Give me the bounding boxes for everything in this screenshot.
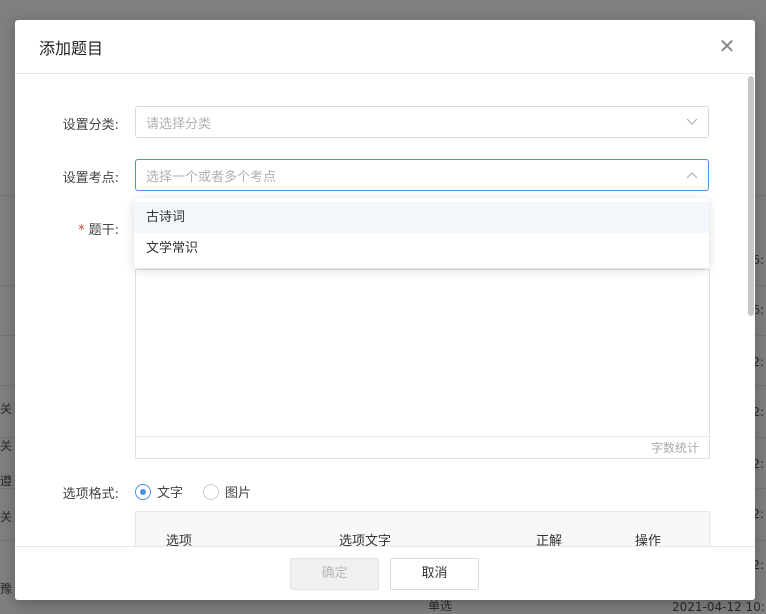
- option-format-label: 选项格式:: [62, 487, 119, 502]
- stem-editor[interactable]: 字数统计: [135, 269, 710, 459]
- category-label: 设置分类:: [62, 118, 119, 133]
- scrollbar-thumb[interactable]: [748, 76, 754, 316]
- category-placeholder: 请选择分类: [146, 116, 212, 132]
- th-option-text: 选项文字: [339, 534, 392, 546]
- add-question-dialog: 添加题目 ✕ 设置分类: 请选择分类 设置考点: 选择一个或者多个考点 * 题干:…: [15, 20, 755, 600]
- th-answer: 正解: [536, 534, 563, 546]
- chevron-down-icon: [686, 116, 698, 129]
- word-count: 字数统计: [136, 436, 709, 458]
- th-option: 选项: [166, 534, 193, 546]
- chevron-up-icon: [686, 169, 698, 182]
- option-format-radio-group: 文字 图片: [135, 482, 251, 501]
- required-mark: *: [78, 223, 85, 238]
- dialog-title: 添加题目: [39, 38, 104, 58]
- stem-label-text: 题干:: [88, 223, 119, 238]
- radio-checked-icon: [135, 483, 151, 500]
- dialog-header: 添加题目 ✕: [15, 20, 755, 74]
- stem-label: * 题干:: [15, 219, 119, 238]
- confirm-button[interactable]: 确定: [290, 558, 379, 590]
- dialog-body: 设置分类: 请选择分类 设置考点: 选择一个或者多个考点 * 题干: 字数统计 选…: [15, 74, 755, 546]
- radio-text-label: 文字: [157, 486, 184, 501]
- points-select[interactable]: 选择一个或者多个考点: [135, 159, 709, 191]
- radio-text[interactable]: 文字: [135, 482, 183, 501]
- options-table: 选项 选项文字 正解 操作: [135, 511, 710, 546]
- points-label: 设置考点:: [62, 171, 119, 186]
- dropdown-option[interactable]: 文学常识: [134, 233, 709, 264]
- scrollbar[interactable]: [747, 74, 755, 546]
- cancel-button[interactable]: 取消: [390, 558, 479, 590]
- points-placeholder: 选择一个或者多个考点: [146, 169, 277, 185]
- radio-unchecked-icon: [203, 483, 220, 500]
- dialog-footer: 确定 取消: [15, 546, 755, 600]
- close-icon[interactable]: ✕: [717, 36, 737, 56]
- radio-image-label: 图片: [225, 486, 252, 501]
- category-select[interactable]: 请选择分类: [135, 106, 709, 138]
- radio-image[interactable]: 图片: [203, 482, 251, 501]
- dropdown-option[interactable]: 古诗词: [134, 202, 709, 233]
- points-dropdown: 古诗词 文学常识: [134, 198, 709, 268]
- th-actions: 操作: [635, 534, 662, 546]
